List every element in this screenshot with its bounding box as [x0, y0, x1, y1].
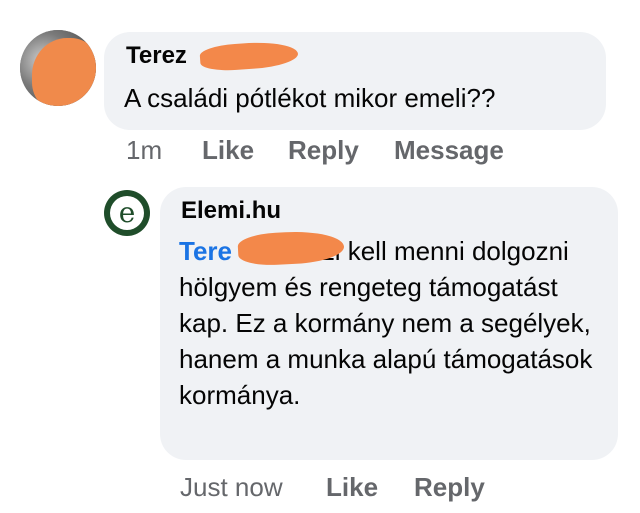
- comment-timestamp[interactable]: 1m: [126, 135, 162, 166]
- comment-author-name[interactable]: Terez: [126, 42, 187, 70]
- like-button[interactable]: Like: [202, 135, 254, 166]
- comment-thread: Terez A családi pótlékot mikor emeli?? 1…: [0, 0, 640, 513]
- reply-button[interactable]: Reply: [414, 472, 485, 503]
- reply-timestamp[interactable]: Just now: [180, 472, 283, 503]
- page-avatar[interactable]: e: [104, 190, 150, 236]
- reply-button[interactable]: Reply: [288, 135, 359, 166]
- redaction-mark: [32, 38, 96, 106]
- elemi-logo: e: [110, 196, 144, 230]
- avatar[interactable]: [20, 30, 96, 106]
- like-button[interactable]: Like: [326, 472, 378, 503]
- comment-text: A családi pótlékot mikor emeli??: [124, 83, 496, 113]
- message-button[interactable]: Message: [394, 135, 504, 166]
- reply-author-name[interactable]: Elemi.hu: [181, 197, 281, 225]
